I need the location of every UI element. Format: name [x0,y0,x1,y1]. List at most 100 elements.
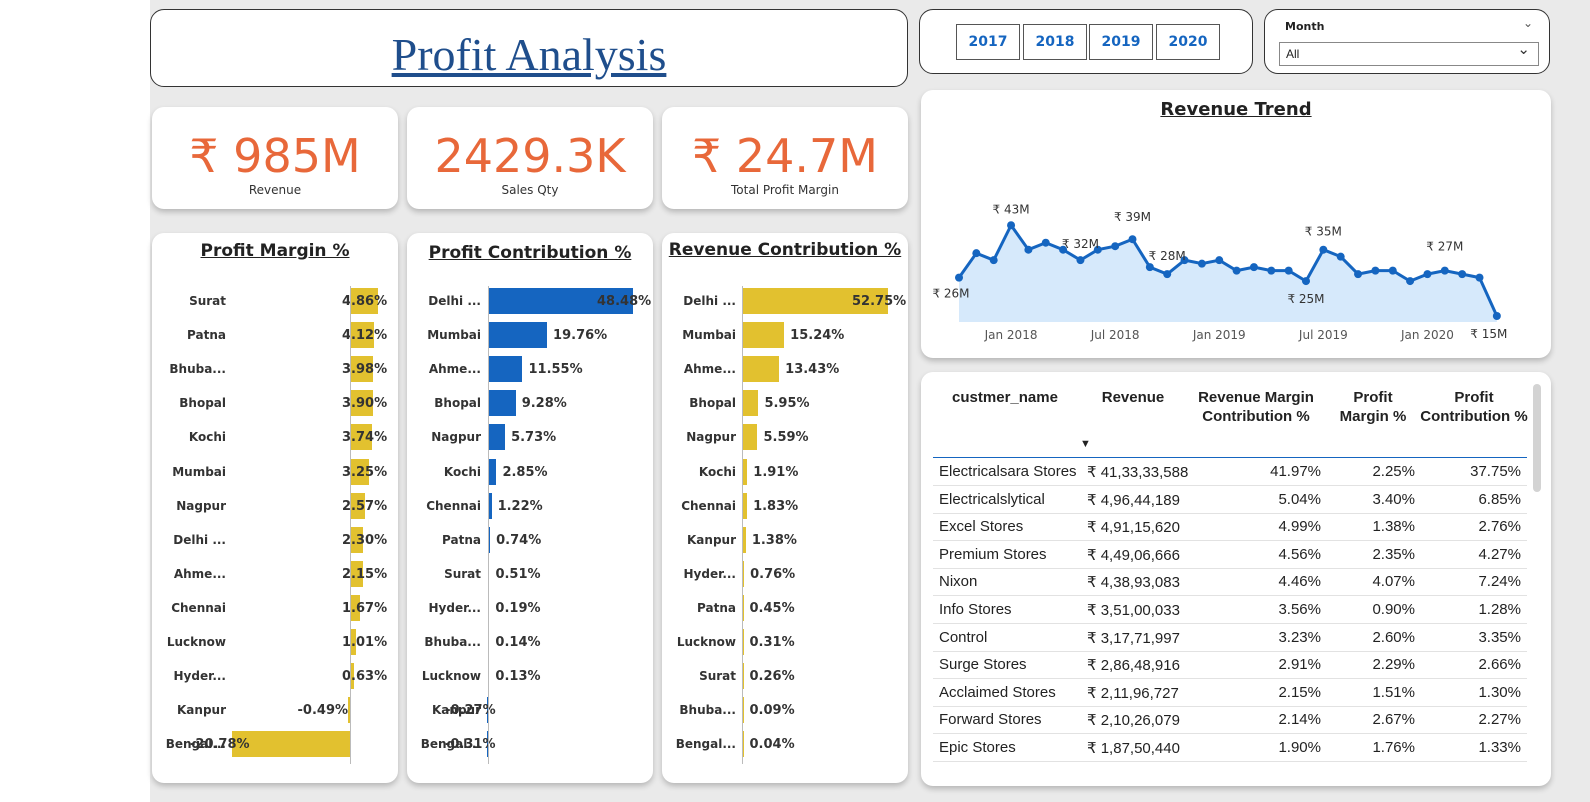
data-point[interactable] [1458,270,1467,279]
x-axis-tick-label: Jan 2020 [1400,328,1454,342]
bar-row: Kochi 2.85% [407,457,653,487]
cell-revenue-margin-contribution: 4.46% [1278,573,1321,591]
table-row[interactable]: Epic Stores ₹ 1,87,50,440 1.90% 1.76% 1.33% [933,734,1527,762]
data-point[interactable] [1007,221,1016,230]
kpi-revenue-value: ₹ 985M [189,129,361,183]
bar[interactable] [487,458,497,485]
data-point[interactable] [1128,235,1137,244]
data-point[interactable] [1475,273,1484,282]
data-point[interactable] [1388,266,1397,275]
column-header-customer[interactable]: custmer_name [945,388,1065,407]
bar-row: Surat 0.26% [662,661,908,691]
x-axis-tick-label: Jul 2018 [1090,328,1140,342]
column-header-revenue[interactable]: Revenue [1093,388,1173,407]
cell-revenue: ₹ 2,86,48,916 [1087,657,1180,675]
bar-value-label: 3.90% [342,396,388,412]
bar[interactable] [487,390,516,417]
bar[interactable] [487,322,548,349]
bar-row: Surat 0.51% [407,559,653,589]
bar-value-label: 19.76% [553,328,608,344]
bar-value-label: -0.49% [297,703,349,719]
cell-customer-name: Electricalslytical [939,490,1045,508]
year-button-2020[interactable]: 2020 [1156,24,1220,60]
year-button-2019[interactable]: 2019 [1089,24,1153,60]
bar-category-label: Lucknow [421,669,481,684]
table-row[interactable]: Forward Stores ₹ 2,10,26,079 2.14% 2.67% 2.2… [933,706,1527,735]
revenue-trend-card: Revenue Trend ₹ 26M ₹ 43M ₹ 32M ₹ 39M ₹ 28M ₹… [921,90,1551,358]
bar-row: Bengal... -0.31% [407,729,653,759]
bar[interactable] [232,731,351,758]
table-row[interactable]: Excel Stores ₹ 4,91,15,620 4.99% 1.38% 2.76% [933,513,1527,542]
table-row[interactable]: Info Stores ₹ 3,51,00,033 3.56% 0.90% 1.28% [933,596,1527,624]
bar[interactable] [742,424,758,451]
table-row[interactable]: Electricalsara Stores ₹ 41,33,33,588 41.97… [933,458,1527,486]
column-header-revenue-margin-contribution[interactable]: Revenue Margin Contribution % [1189,388,1323,426]
cell-customer-name: Info Stores [939,601,1012,618]
data-point[interactable] [1371,266,1380,275]
table-row[interactable]: Surge Stores ₹ 2,86,48,916 2.91% 2.29% 2.66% [933,651,1527,680]
report-canvas: Profit Analysis 2017 2018 2019 2020 Mont… [150,0,1590,802]
data-point[interactable] [1145,263,1154,272]
cell-customer-name: Control [939,628,988,646]
cell-revenue-margin-contribution: 4.56% [1278,545,1321,563]
bar[interactable] [742,390,759,417]
bar[interactable] [742,322,785,349]
data-point[interactable] [972,249,981,258]
bar-value-label: 2.85% [502,464,548,480]
year-button-2018[interactable]: 2018 [1023,24,1087,60]
month-dropdown[interactable]: All ⌄ [1279,41,1539,66]
data-point[interactable] [1302,277,1310,286]
data-point[interactable] [1284,266,1293,275]
cell-profit-margin: 2.29% [1372,656,1415,674]
data-point[interactable] [1076,256,1085,265]
profit-contribution-chart: Profit Contribution % Delhi ... 48.48% Mum… [407,233,653,783]
table-row[interactable]: Nixon ₹ 4,38,93,083 4.46% 4.07% 7.24% [933,568,1527,597]
bar-value-label: 2.57% [342,498,388,514]
bar-row: Mumbai 3.25% [152,457,398,487]
data-point[interactable] [955,273,963,282]
table-row[interactable]: Control ₹ 3,17,71,997 3.23% 2.60% 3.35% [933,624,1527,652]
data-point[interactable] [1319,245,1328,254]
data-point[interactable] [989,256,998,265]
sort-desc-icon[interactable]: ▼ [1080,438,1091,450]
cell-profit-contribution: 7.24% [1478,573,1521,591]
chevron-down-icon[interactable]: ⌄ [1523,16,1533,30]
year-button-2017[interactable]: 2017 [956,24,1020,60]
column-header-profit-contribution[interactable]: Profit Contribution % [1419,388,1529,426]
bar-value-label: 5.95% [764,396,810,412]
revenue-contribution-chart: Revenue Contribution % Delhi ... 52.75% Mu… [662,233,908,783]
table-row[interactable]: Acclaimed Stores ₹ 2,11,96,727 2.15% 1.51% 1… [933,679,1527,707]
data-point[interactable] [1163,270,1172,279]
table-row[interactable]: Electricalslytical ₹ 4,96,44,189 5.04% 3.40… [933,486,1527,514]
data-point[interactable] [1336,252,1345,261]
table-row[interactable]: Premium Stores ₹ 4,49,06,666 4.56% 2.35% 4.2… [933,541,1527,569]
bar-category-label: Surat [189,294,226,308]
data-point[interactable] [1354,270,1363,279]
data-point[interactable] [1215,256,1224,265]
zero-axis-line [742,286,743,764]
bar-row: Kanpur 1.38% [662,525,908,555]
data-point[interactable] [1249,263,1258,272]
bar-category-label: Kochi [188,430,226,445]
data-point[interactable] [1492,312,1501,320]
data-point[interactable] [1406,277,1415,286]
data-point[interactable] [1024,245,1033,254]
bar-row: Kochi 1.91% [662,457,908,487]
bar[interactable] [487,356,523,383]
vertical-scrollbar[interactable] [1533,384,1541,492]
data-point[interactable] [1440,266,1449,275]
column-header-profit-margin[interactable]: Profit Margin % [1329,388,1417,426]
bar-row: Patna 0.74% [407,525,653,555]
data-point[interactable] [1232,266,1241,275]
data-point[interactable] [1267,266,1276,275]
data-point[interactable] [1111,242,1120,251]
cell-revenue-margin-contribution: 4.99% [1278,518,1321,536]
data-point[interactable] [1041,238,1050,247]
bar[interactable] [487,424,506,451]
bar-row: Bengal... -20.78% [152,729,398,759]
cell-profit-contribution: 2.27% [1478,711,1521,729]
bar[interactable] [742,356,780,383]
bar-row: Kanpur -0.27% [407,695,653,725]
data-point[interactable] [1423,270,1432,279]
data-point[interactable] [1197,259,1206,268]
